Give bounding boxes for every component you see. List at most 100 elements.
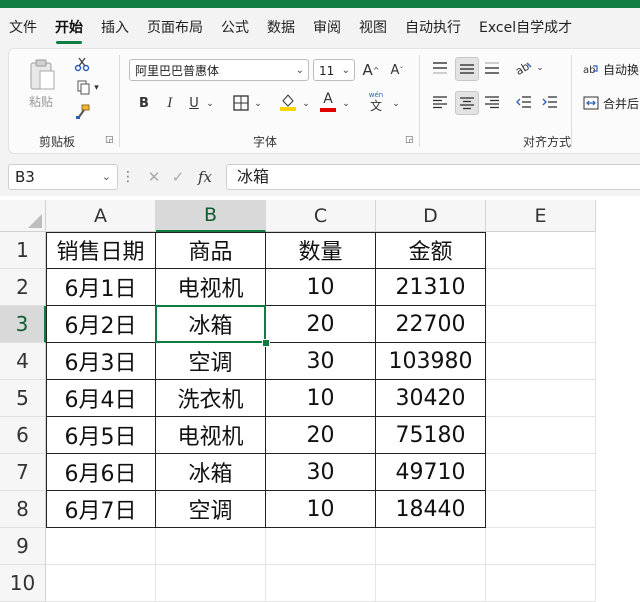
cell-e8[interactable] <box>486 491 596 528</box>
cancel-icon[interactable]: ✕ <box>144 166 164 188</box>
cell-d1[interactable]: 金额 <box>376 232 486 269</box>
chevron-down-icon[interactable]: ⌄ <box>391 95 401 113</box>
cell-b1[interactable]: 商品 <box>156 232 266 269</box>
cell-b6[interactable]: 电视机 <box>156 417 266 454</box>
cell-b7[interactable]: 冰箱 <box>156 454 266 491</box>
column-header-e[interactable]: E <box>486 200 596 232</box>
tab-insert[interactable]: 插入 <box>92 8 138 48</box>
increase-indent-icon[interactable] <box>539 91 561 113</box>
cell-a2[interactable]: 6月1日 <box>46 269 156 306</box>
cell-c9[interactable] <box>266 528 376 565</box>
cell-a1[interactable]: 销售日期 <box>46 232 156 269</box>
merge-center-icon[interactable] <box>581 93 601 113</box>
chevron-down-icon[interactable]: ⌄ <box>535 59 545 77</box>
chevron-down-icon[interactable]: ⌄ <box>102 165 111 189</box>
row-header-6[interactable]: 6 <box>0 417 46 454</box>
cell-a8[interactable]: 6月7日 <box>46 491 156 528</box>
cell-c4[interactable]: 30 <box>266 343 376 380</box>
confirm-icon[interactable]: ✓ <box>168 166 188 188</box>
tab-data[interactable]: 数据 <box>258 8 304 48</box>
copy-dropdown-icon[interactable]: ▾ <box>94 83 99 93</box>
cell-e9[interactable] <box>486 528 596 565</box>
cut-icon[interactable] <box>73 55 91 73</box>
align-top-icon[interactable] <box>429 57 451 79</box>
cell-e1[interactable] <box>486 232 596 269</box>
borders-icon[interactable] <box>231 93 251 113</box>
formula-input[interactable]: 冰箱 <box>226 164 640 190</box>
wrap-text-icon[interactable]: ab <box>581 59 601 79</box>
italic-button[interactable]: I <box>161 93 179 113</box>
cell-c7[interactable]: 30 <box>266 454 376 491</box>
format-painter-icon[interactable] <box>73 103 91 121</box>
grow-font-icon[interactable]: A ^ <box>361 59 381 81</box>
phonetic-guide-icon[interactable]: wén 文 <box>365 89 387 115</box>
row-header-10[interactable]: 10 <box>0 565 46 602</box>
wrap-text-button[interactable]: 自动换 <box>603 61 639 78</box>
cell-d3[interactable]: 22700 <box>376 306 486 343</box>
copy-icon[interactable]: ▾ <box>73 79 103 97</box>
cell-c2[interactable]: 10 <box>266 269 376 306</box>
row-header-8[interactable]: 8 <box>0 491 46 528</box>
cell-a3[interactable]: 6月2日 <box>46 306 156 343</box>
column-header-b[interactable]: B <box>156 200 266 232</box>
cell-d5[interactable]: 30420 <box>376 380 486 417</box>
cell-b2[interactable]: 电视机 <box>156 269 266 306</box>
cell-a5[interactable]: 6月4日 <box>46 380 156 417</box>
cell-d6[interactable]: 75180 <box>376 417 486 454</box>
tab-excel-self-study[interactable]: Excel自学成才 <box>470 8 581 48</box>
cell-c8[interactable]: 10 <box>266 491 376 528</box>
row-header-2[interactable]: 2 <box>0 269 46 306</box>
orientation-icon[interactable]: ab <box>513 57 535 79</box>
cell-e3[interactable] <box>486 306 596 343</box>
cell-a9[interactable] <box>46 528 156 565</box>
cell-a4[interactable]: 6月3日 <box>46 343 156 380</box>
cell-e7[interactable] <box>486 454 596 491</box>
tab-formulas[interactable]: 公式 <box>212 8 258 48</box>
cell-d9[interactable] <box>376 528 486 565</box>
column-header-c[interactable]: C <box>266 200 376 232</box>
font-dialog-launcher-icon[interactable]: ◲ <box>405 135 414 145</box>
cell-c10[interactable] <box>266 565 376 602</box>
column-header-d[interactable]: D <box>376 200 486 232</box>
row-header-4[interactable]: 4 <box>0 343 46 380</box>
decrease-indent-icon[interactable] <box>513 91 535 113</box>
cell-b4[interactable]: 空调 <box>156 343 266 380</box>
chevron-down-icon[interactable]: ⌄ <box>253 95 263 113</box>
paste-label[interactable]: 粘贴 <box>29 93 53 110</box>
insert-function-icon[interactable]: fx <box>194 166 216 188</box>
cell-a10[interactable] <box>46 565 156 602</box>
cell-e2[interactable] <box>486 269 596 306</box>
chevron-down-icon[interactable]: ⌄ <box>341 95 351 113</box>
align-middle-icon[interactable] <box>455 57 479 81</box>
select-all-corner[interactable] <box>0 200 46 232</box>
chevron-down-icon[interactable]: ⌄ <box>301 95 311 113</box>
clipboard-dialog-launcher-icon[interactable]: ◲ <box>105 135 114 145</box>
align-bottom-icon[interactable] <box>481 57 503 79</box>
align-center-icon[interactable] <box>455 91 479 115</box>
bold-button[interactable]: B <box>135 93 153 113</box>
row-header-3[interactable]: 3 <box>0 306 46 343</box>
name-box[interactable]: B3 ⌄ <box>8 164 118 190</box>
font-name-select[interactable]: 阿里巴巴普惠体 ⌄ <box>129 59 309 81</box>
tab-home[interactable]: 开始 <box>46 8 92 48</box>
row-header-7[interactable]: 7 <box>0 454 46 491</box>
fill-color-icon[interactable] <box>277 91 299 113</box>
align-right-icon[interactable] <box>481 91 503 113</box>
merge-center-button[interactable]: 合并后 <box>603 95 639 112</box>
cell-c1[interactable]: 数量 <box>266 232 376 269</box>
fill-handle[interactable] <box>262 339 270 347</box>
cell-d4[interactable]: 103980 <box>376 343 486 380</box>
cell-b3[interactable]: 冰箱 <box>156 306 266 343</box>
cell-d7[interactable]: 49710 <box>376 454 486 491</box>
row-header-9[interactable]: 9 <box>0 528 46 565</box>
formula-bar-resize-handle-icon[interactable]: ⋮ <box>121 168 135 186</box>
cell-e6[interactable] <box>486 417 596 454</box>
cell-c3[interactable]: 20 <box>266 306 376 343</box>
row-header-5[interactable]: 5 <box>0 380 46 417</box>
tab-page-layout[interactable]: 页面布局 <box>138 8 212 48</box>
tab-view[interactable]: 视图 <box>350 8 396 48</box>
cell-c5[interactable]: 10 <box>266 380 376 417</box>
cell-b8[interactable]: 空调 <box>156 491 266 528</box>
cell-b9[interactable] <box>156 528 266 565</box>
paste-icon[interactable] <box>27 57 59 93</box>
